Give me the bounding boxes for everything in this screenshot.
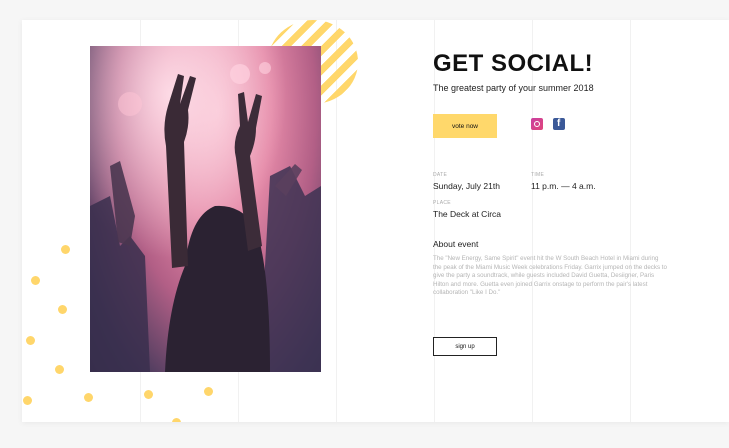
event-card: GET SOCIAL! The greatest party of your s… <box>22 20 729 422</box>
vote-now-button[interactable]: vote now <box>433 114 497 138</box>
place-value: The Deck at Circa <box>433 209 502 219</box>
instagram-icon[interactable] <box>531 118 543 130</box>
grid-line <box>630 20 631 422</box>
about-heading: About event <box>433 239 479 249</box>
time-label: TIME <box>531 172 545 178</box>
sign-up-button[interactable]: sign up <box>433 337 497 356</box>
page-title: GET SOCIAL! <box>433 50 594 77</box>
facebook-icon[interactable]: f <box>553 118 565 130</box>
crowd-silhouette <box>90 46 321 372</box>
event-subtitle: The greatest party of your summer 2018 <box>433 83 594 93</box>
about-text: The "New Energy, Same Spirit" event hit … <box>433 255 667 297</box>
place-label: PLACE <box>433 200 451 206</box>
date-value: Sunday, July 21th <box>433 181 500 191</box>
date-label: DATE <box>433 172 448 178</box>
party-photo <box>90 46 321 372</box>
time-value: 11 p.m. — 4 a.m. <box>531 181 596 191</box>
grid-line <box>434 20 435 422</box>
grid-line <box>532 20 533 422</box>
